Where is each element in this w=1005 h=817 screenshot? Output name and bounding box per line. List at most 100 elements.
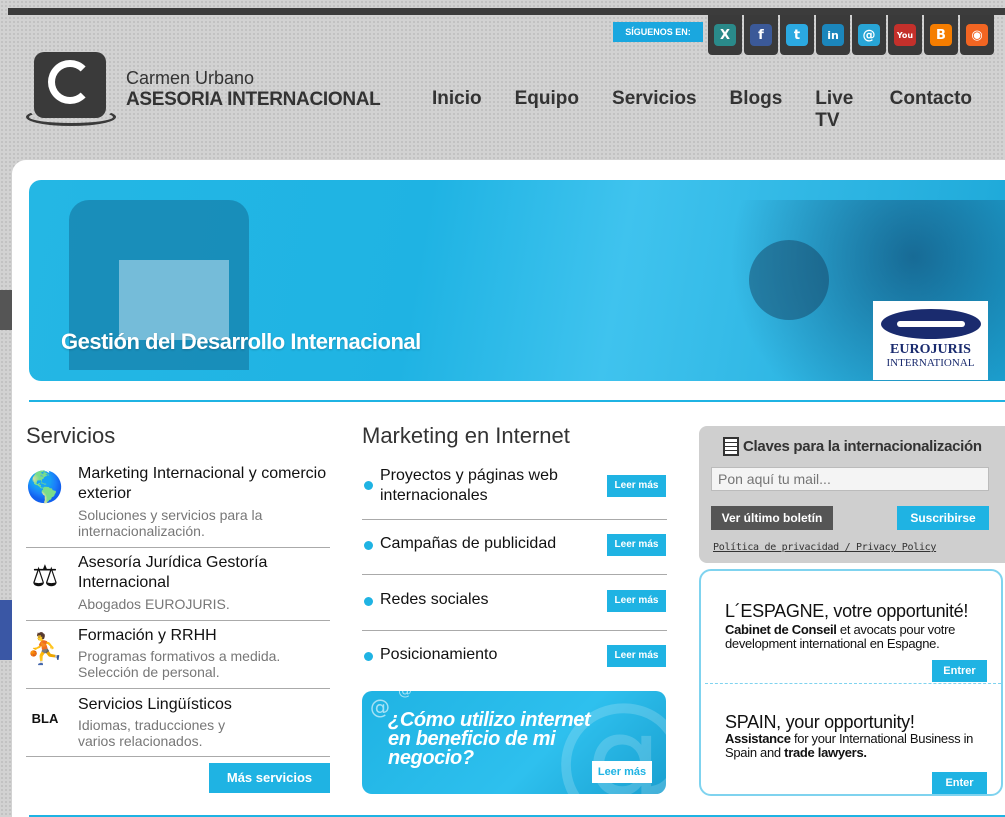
offers-box: L´ESPAGNE, votre opportunité! Cabinet de… [699, 569, 1003, 796]
speech-icon: BLA [31, 710, 59, 726]
internet-promo-banner[interactable]: @ @ @ ¿Cómo utilizo internet en benefici… [362, 691, 666, 794]
service-title: Marketing Internacional y comercio exter… [78, 465, 327, 502]
separator [362, 574, 667, 575]
eurojuris-name: EUROJURIS [890, 342, 971, 357]
service-item-formacion[interactable]: ⛹ Formación y RRHH Programas formativos … [26, 626, 330, 688]
service-desc: Idiomas, traducciones y varios relaciona… [78, 717, 226, 749]
facebook-icon: f [750, 24, 772, 46]
bullet-icon [364, 481, 373, 490]
social-rss[interactable]: ◉ [960, 15, 994, 55]
nav-servicios[interactable]: Servicios [612, 88, 697, 132]
servicios-title: Servicios [26, 423, 116, 448]
bullet-icon [364, 597, 373, 606]
bullet-icon [364, 541, 373, 550]
social-blogger[interactable]: B [924, 15, 958, 55]
service-item-linguisticos[interactable]: BLA Servicios Lingüísticos Idiomas, trad… [26, 695, 330, 755]
bullet-icon [364, 652, 373, 661]
newsletter-icon [723, 437, 739, 456]
service-item-juridica[interactable]: ⚖ Asesoría Jurídica Gestoría Internacion… [26, 553, 330, 619]
read-more-button[interactable]: Leer más [607, 534, 666, 556]
globe-icon: 🌎 [26, 469, 64, 505]
privacy-policy-link[interactable]: Política de privacidad / Privacy Policy [713, 542, 936, 553]
section-divider [29, 400, 1005, 402]
service-title: Asesoría Jurídica Gestoría Internacional [78, 554, 268, 591]
side-decoration [0, 290, 12, 330]
separator [26, 688, 330, 689]
marketing-label: Proyectos y páginas web internacionales [380, 467, 558, 504]
linkedin-icon: in [822, 24, 844, 46]
social-email[interactable]: @ [852, 15, 886, 55]
offer-bold: Cabinet de Conseil [725, 622, 837, 637]
offer-heading-en: SPAIN, your opportunity! [725, 712, 915, 732]
hero-banner[interactable]: Gestión del Desarrollo Internacional [29, 180, 1005, 381]
separator [26, 756, 330, 757]
offer-heading-fr: L´ESPAGNE, votre opportunité! [725, 601, 969, 621]
logo-swirl-icon [26, 108, 116, 126]
xing-icon: X [714, 24, 736, 46]
hero-image-shape [749, 240, 829, 320]
hero-image-shape [119, 260, 229, 340]
marketing-label: Posicionamiento [380, 646, 498, 663]
marketing-label: Campañas de publicidad [380, 535, 557, 552]
separator [26, 547, 330, 548]
promo-read-more-button[interactable]: Leer más [592, 761, 652, 783]
eurojuris-subtitle: INTERNATIONAL [886, 357, 975, 369]
social-twitter[interactable]: t [780, 15, 814, 55]
offer-desc-fr: Cabinet de Conseil et avocats pour votre… [725, 623, 995, 651]
service-desc: Soluciones y servicios para la internaci… [78, 507, 263, 539]
main-nav: Inicio Equipo Servicios Blogs Live TV Co… [432, 88, 1005, 132]
nav-contacto[interactable]: Contacto [890, 88, 972, 132]
enter-button-en[interactable]: Enter [932, 772, 987, 794]
people-icon: ⛹ [26, 631, 64, 667]
last-newsletter-button[interactable]: Ver último boletín [711, 506, 833, 530]
eurojuris-logo[interactable]: EUROJURIS INTERNATIONAL [873, 301, 988, 380]
eurojuris-emblem-icon [880, 309, 981, 339]
email-icon: @ [858, 24, 880, 46]
read-more-button[interactable]: Leer más [607, 475, 666, 497]
youtube-icon: You [894, 24, 916, 46]
rss-icon: ◉ [966, 24, 988, 46]
service-title: Servicios Lingüísticos [78, 696, 232, 713]
nav-live-tv[interactable]: Live TV [815, 88, 856, 132]
email-input[interactable] [711, 467, 989, 491]
side-decoration [0, 600, 12, 660]
read-more-button[interactable]: Leer más [607, 645, 666, 667]
enter-button-fr[interactable]: Entrer [932, 660, 987, 682]
social-xing[interactable]: X [708, 15, 742, 55]
marketing-label: Redes sociales [380, 591, 489, 608]
nav-inicio[interactable]: Inicio [432, 88, 482, 132]
offer-desc-en: Assistance for your International Busine… [725, 732, 995, 760]
social-youtube[interactable]: You [888, 15, 922, 55]
service-item-marketing[interactable]: 🌎 Marketing Internacional y comercio ext… [26, 464, 330, 546]
follow-us-label: SÍGUENOS EN: [613, 22, 703, 42]
read-more-button[interactable]: Leer más [607, 590, 666, 612]
brand-name: Carmen Urbano [126, 68, 255, 88]
more-services-button[interactable]: Más servicios [209, 763, 330, 793]
blogger-icon: B [930, 24, 952, 46]
service-desc: Programas formativos a medida. Selección… [78, 648, 281, 680]
separator [362, 519, 667, 520]
hero-title: Gestión del Desarrollo Internacional [61, 329, 421, 354]
top-bar [8, 8, 1005, 15]
nav-equipo[interactable]: Equipo [515, 88, 579, 132]
promo-text: ¿Cómo utilizo internet en beneficio de m… [388, 709, 591, 769]
at-icon: @ [398, 691, 412, 699]
service-desc: Abogados EUROJURIS. [78, 596, 230, 612]
separator [362, 630, 667, 631]
scales-icon: ⚖ [31, 558, 59, 594]
social-linkedin[interactable]: in [816, 15, 850, 55]
subscribe-button[interactable]: Suscribirse [897, 506, 989, 530]
logo-c-icon [48, 60, 92, 104]
newsletter-box: Claves para la internacionalización Ver … [699, 426, 1005, 563]
social-facebook[interactable]: f [744, 15, 778, 55]
separator [26, 620, 330, 621]
offer-bold: Assistance [725, 731, 791, 746]
twitter-icon: t [786, 24, 808, 46]
offer-bold: trade lawyers. [784, 745, 867, 760]
social-links: X f t in @ You B ◉ [708, 15, 996, 55]
at-icon: @ [370, 695, 390, 719]
brand-tagline: ASESORIA INTERNACIONAL [126, 89, 381, 110]
separator [705, 683, 1001, 684]
newsletter-title: Claves para la internacionalización [743, 438, 982, 455]
nav-blogs[interactable]: Blogs [730, 88, 783, 132]
